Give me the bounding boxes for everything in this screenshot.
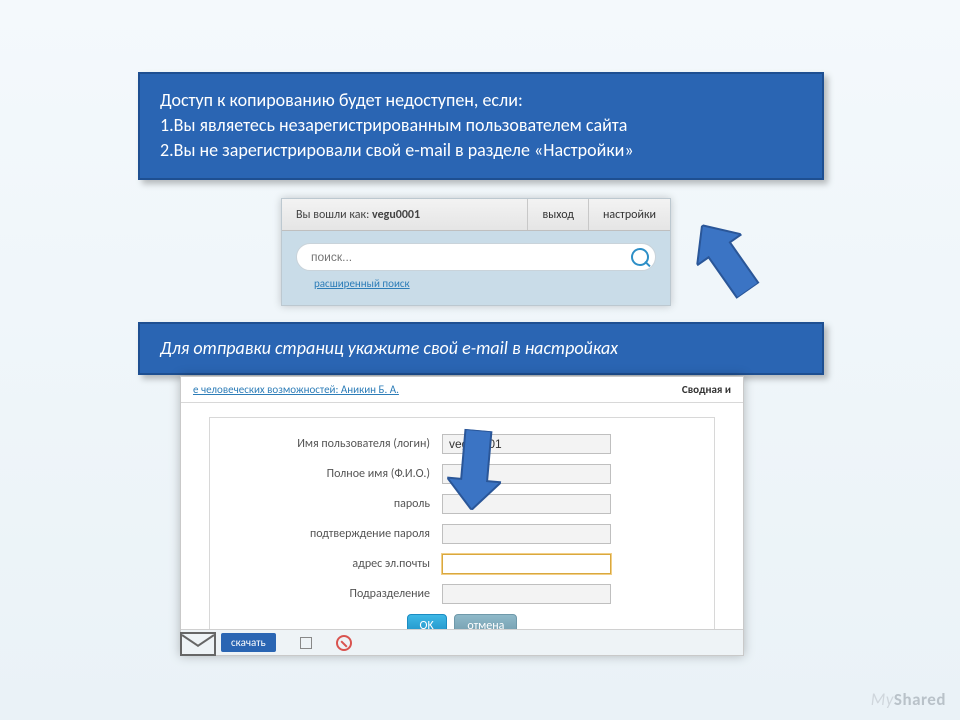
fullname-label: Полное имя (Ф.И.О.) [232,467,442,481]
search-box [296,243,656,271]
deny-icon [336,635,352,651]
settings-form-panel: е человеческих возможностей: Аникин Б. А… [180,376,744,656]
envelope-icon [180,632,216,656]
bottom-toolbar: скачать [181,629,743,655]
email-label: адрес эл.почты [232,557,442,571]
logged-prefix: Вы вошли как: [296,208,372,222]
info-callout-access: Доступ к копированию будет недоступен, е… [138,72,824,180]
advanced-search-link[interactable]: расширенный поиск [314,277,410,290]
topbar-header: Вы вошли как: vegu0001 выход настройки [282,199,670,231]
email-field[interactable] [442,554,611,574]
callout-line2: 2.Вы не зарегистрировали свой e-mail в р… [160,138,802,163]
dept-label: Подразделение [232,587,442,601]
callout-title: Доступ к копированию будет недоступен, е… [160,88,802,113]
arrow-to-settings-icon [680,210,770,307]
search-input[interactable] [311,250,631,264]
search-icon[interactable] [631,248,649,266]
logout-button[interactable]: выход [527,199,587,230]
settings-button[interactable]: настройки [588,199,670,230]
callout2-text: Для отправки страниц укажите свой e-mail… [160,337,618,359]
breadcrumb-left: е человеческих возможностей: Аникин Б. А… [193,383,399,396]
confirm-password-label: подтверждение пароля [232,527,442,541]
topbar-panel: Вы вошли как: vegu0001 выход настройки р… [281,198,671,306]
callout-line1: 1.Вы являетесь незарегистрированным поль… [160,113,802,138]
logged-username: vegu0001 [372,208,420,222]
logged-in-as: Вы вошли как: vegu0001 [282,208,527,222]
password-label: пароль [232,497,442,511]
download-button[interactable]: скачать [221,633,276,652]
watermark-text: Shared [894,689,946,710]
arrow-to-email-icon [445,428,506,512]
breadcrumb-right: Сводная и [682,383,731,396]
search-area: расширенный поиск [282,231,670,296]
breadcrumb: е человеческих возможностей: Аникин Б. А… [181,377,743,403]
checkbox[interactable] [300,637,312,649]
watermark: MyShared [871,689,946,710]
dept-field[interactable] [442,584,611,604]
info-callout-email: Для отправки страниц укажите свой e-mail… [138,322,824,375]
login-label: Имя пользователя (логин) [232,437,442,451]
confirm-password-field[interactable] [442,524,611,544]
